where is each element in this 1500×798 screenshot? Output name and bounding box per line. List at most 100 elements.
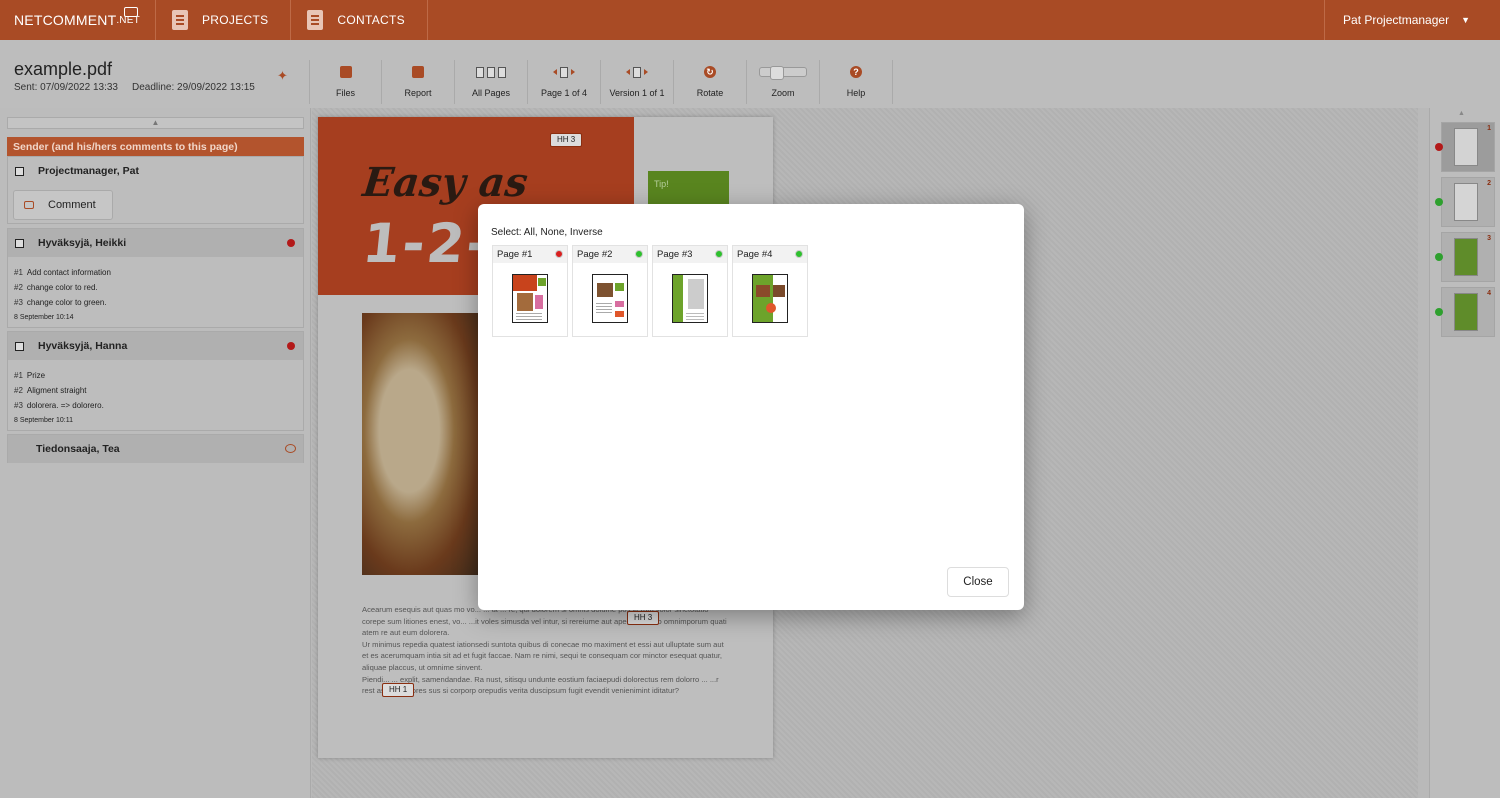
file-header: example.pdf Sent: 07/09/2022 13:33 Deadl…	[0, 40, 1500, 108]
page-card[interactable]: Page #1	[492, 245, 568, 337]
zoom-label: Zoom	[771, 88, 795, 98]
comment-item[interactable]: #3 change color to green.	[14, 295, 297, 310]
report-button[interactable]: Report	[382, 60, 455, 104]
nav-projects[interactable]: PROJECTS	[156, 0, 292, 40]
scroll-up-button[interactable]: ▲	[7, 117, 304, 129]
page-card[interactable]: Page #4	[732, 245, 808, 337]
annotation-marker[interactable]: HH 3	[550, 133, 583, 147]
collapse-icon[interactable]	[15, 166, 24, 176]
page-card[interactable]: Page #3	[652, 245, 728, 337]
recipient-row[interactable]: Tiedonsaaja, Tea	[8, 435, 303, 463]
speech-bubble-icon	[124, 7, 138, 17]
thumb-scroll-up-icon[interactable]: ▲	[1458, 110, 1465, 117]
contacts-icon	[307, 10, 324, 30]
page-preview	[512, 274, 548, 323]
sender-block: Projectmanager, Pat Comment	[7, 156, 304, 224]
doc-body-text: Acearum esequis aut quas mo vo... ... ut…	[362, 604, 730, 697]
deadline-date: Deadline: 29/09/2022 13:15	[131, 82, 255, 93]
select-options[interactable]: Select: All, None, Inverse	[491, 227, 603, 238]
thumbnail[interactable]: 4	[1435, 287, 1495, 337]
reviewer-name: Hyväksyjä, Hanna	[38, 340, 128, 352]
collapse-icon[interactable]	[15, 341, 24, 351]
comments-sidebar: ▲ Sender (and his/hers comments to this …	[0, 108, 311, 798]
page-label: Page 1 of 4	[540, 88, 588, 98]
next-page-icon[interactable]	[571, 69, 575, 75]
thumbnail[interactable]: 2	[1435, 177, 1495, 227]
files-label: Files	[335, 88, 355, 98]
status-dot	[795, 250, 803, 258]
chevron-down-icon: ▼	[1461, 15, 1470, 25]
all-pages-button[interactable]: All Pages	[455, 60, 528, 104]
close-button[interactable]: Close	[947, 567, 1009, 597]
prev-version-icon[interactable]	[626, 69, 630, 75]
sent-date: Sent: 07/09/2022 13:33	[14, 82, 118, 93]
doc-food-photo	[362, 313, 480, 575]
next-version-icon[interactable]	[644, 69, 648, 75]
file-meta: Sent: 07/09/2022 13:33 Deadline: 29/09/2…	[14, 82, 255, 93]
comment-number: #3	[14, 298, 23, 307]
thumbnail[interactable]: 3	[1435, 232, 1495, 282]
status-dot	[1435, 143, 1443, 151]
thumb-page	[1454, 128, 1478, 166]
reviewer-row[interactable]: Hyväksyjä, Heikki	[8, 229, 303, 257]
page-card-header: Page #3	[653, 246, 727, 263]
rotate-icon: ↻	[704, 66, 716, 78]
version-icon	[633, 66, 641, 78]
page-preview	[752, 274, 788, 323]
status-dot	[1435, 253, 1443, 261]
comment-label: Comment	[48, 199, 96, 211]
comment-text: Aligment straight	[26, 386, 87, 395]
page-navigator[interactable]: Page 1 of 4	[528, 60, 601, 104]
sender-row[interactable]: Projectmanager, Pat	[8, 157, 303, 185]
comment-item[interactable]: #1 Prize	[14, 368, 297, 383]
comment-number: #2	[14, 386, 23, 395]
thumb-page	[1454, 293, 1478, 331]
comment-item[interactable]: #2 change color to red.	[14, 280, 297, 295]
download-icon	[339, 66, 352, 78]
pin-icon[interactable]: ✦	[277, 68, 288, 84]
status-dot	[1435, 198, 1443, 206]
annotation-marker[interactable]: HH 3	[627, 611, 660, 625]
collapse-icon[interactable]	[15, 238, 24, 248]
rotate-button[interactable]: ↻ Rotate	[674, 60, 747, 104]
reviewer-name: Hyväksyjä, Heikki	[38, 237, 127, 249]
help-icon: ?	[850, 66, 862, 78]
annotation-marker[interactable]: HH 1	[382, 683, 415, 697]
version-navigator[interactable]: Version 1 of 1	[601, 60, 674, 104]
help-button[interactable]: ? Help	[820, 60, 893, 104]
comment-list: #1 Prize #2 Aligment straight #3 dolorera. …	[8, 360, 303, 428]
top-nav: NETCOMMENT .NET PROJECTS CONTACTS Pat Pro…	[0, 0, 1500, 40]
page-card-label: Page #3	[657, 249, 693, 260]
thumb-number: 2	[1487, 180, 1491, 187]
thumbnail-strip: ▲ 1 2 3 4	[1429, 108, 1500, 798]
comment-icon	[24, 201, 34, 209]
status-dot	[1435, 308, 1443, 316]
page-preview	[592, 274, 628, 323]
brand-logo[interactable]: NETCOMMENT .NET	[0, 0, 156, 40]
zoom-control[interactable]: Zoom	[747, 60, 820, 104]
comment-item[interactable]: #1 Add contact information	[14, 265, 297, 280]
nav-contacts[interactable]: CONTACTS	[291, 0, 428, 40]
comment-button[interactable]: Comment	[13, 190, 113, 220]
status-dot	[287, 342, 295, 350]
files-button[interactable]: Files	[309, 60, 382, 104]
page-card-label: Page #1	[497, 249, 533, 260]
page-card[interactable]: Page #2	[572, 245, 648, 337]
thumb-number: 4	[1487, 290, 1491, 297]
file-name: example.pdf	[14, 59, 113, 79]
doc-paragraph: Ur minimus repedia quatest iationsedi su…	[362, 639, 724, 672]
pages-icon	[476, 65, 506, 79]
user-menu[interactable]: Pat Projectmanager ▼	[1324, 0, 1500, 40]
nav-contacts-label: CONTACTS	[337, 13, 405, 27]
zoom-slider[interactable]	[759, 66, 807, 80]
comment-item[interactable]: #3 dolorera. => dolorero.	[14, 398, 297, 413]
comment-item[interactable]: #2 Aligment straight	[14, 383, 297, 398]
document-icon	[172, 10, 188, 30]
prev-page-icon[interactable]	[553, 69, 557, 75]
reviewer-row[interactable]: Hyväksyjä, Hanna	[8, 332, 303, 360]
eye-icon	[285, 444, 296, 453]
page-card-header: Page #2	[573, 246, 647, 263]
thumb-page	[1454, 183, 1478, 221]
comment-number: #3	[14, 401, 23, 410]
thumbnail[interactable]: 1	[1435, 122, 1495, 172]
